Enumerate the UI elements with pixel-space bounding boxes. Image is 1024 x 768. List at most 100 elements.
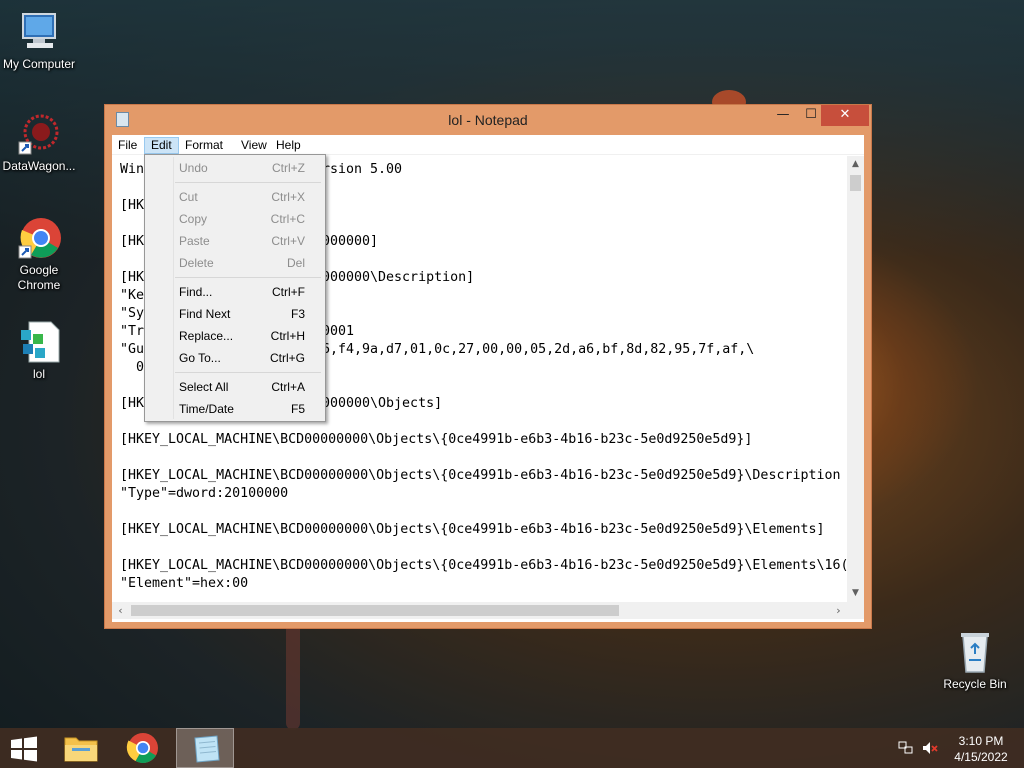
horizontal-scrollbar[interactable]: ‹ › xyxy=(112,602,847,619)
text-line: "Ke xyxy=(120,288,145,303)
text-line: 0 xyxy=(120,360,145,375)
system-clock[interactable]: 3:10 PM 4/15/2022 xyxy=(946,733,1016,765)
scroll-up-arrow-icon[interactable]: ▲ xyxy=(847,156,864,173)
menu-item-go-to[interactable]: Go To... Ctrl+G xyxy=(147,347,323,369)
menu-format[interactable]: Format xyxy=(179,137,229,154)
menu-file[interactable]: File xyxy=(112,137,143,154)
text-line: "Sy xyxy=(120,306,145,321)
text-line: [HK xyxy=(120,234,145,249)
menu-separator xyxy=(175,277,321,278)
text-line: [HK xyxy=(120,396,145,411)
menu-item-label: Delete xyxy=(179,256,214,270)
recycle-bin-icon xyxy=(953,630,997,674)
menu-item-label: Select All xyxy=(179,380,229,394)
close-button[interactable]: ✕ xyxy=(821,105,869,126)
scroll-down-arrow-icon[interactable]: ▼ xyxy=(847,585,864,602)
menu-item-replace[interactable]: Replace... Ctrl+H xyxy=(147,325,323,347)
menu-item-paste[interactable]: Paste Ctrl+V xyxy=(147,230,323,252)
menu-item-shortcut: Ctrl+V xyxy=(271,234,305,248)
chrome-icon xyxy=(126,733,158,764)
text-line: "Gu xyxy=(120,342,145,357)
text-line-fragment: 6,f4,9a,d7,01,0c,27,00,00,05,2d,a6,bf,8d… xyxy=(322,342,755,357)
menu-view[interactable]: View xyxy=(235,137,273,154)
desktop-icon-lol[interactable]: lol xyxy=(0,320,78,382)
desktop-icon-datawagon[interactable]: DataWagon... xyxy=(0,112,78,174)
notepad-icon xyxy=(194,735,220,763)
chrome-icon xyxy=(17,216,61,260)
desktop-icon-label: Recycle Bin xyxy=(943,677,1007,691)
text-line: [HK xyxy=(120,270,145,285)
menu-item-select-all[interactable]: Select All Ctrl+A xyxy=(147,376,323,398)
menu-item-shortcut: Ctrl+A xyxy=(271,380,305,394)
menu-help[interactable]: Help xyxy=(270,137,307,154)
menu-item-copy[interactable]: Copy Ctrl+C xyxy=(147,208,323,230)
menu-item-shortcut: F5 xyxy=(290,402,305,416)
text-line-fragment: 0001 xyxy=(322,324,355,339)
text-line: "Element"=hex:00 xyxy=(120,576,249,591)
desktop-icon-label: DataWagon... xyxy=(2,159,76,173)
text-line-fragment: 000000\Objects] xyxy=(322,396,443,411)
computer-icon xyxy=(17,10,61,54)
taskbar-google-chrome[interactable] xyxy=(114,728,172,768)
taskbar-notepad[interactable] xyxy=(176,728,234,768)
desktop-icon-label: Google Chrome xyxy=(17,263,61,292)
windows-logo-icon xyxy=(11,736,37,762)
menu-item-label: Cut xyxy=(179,190,198,204)
datawagon-icon xyxy=(17,112,61,156)
menu-item-shortcut: Ctrl+X xyxy=(271,190,305,204)
menu-item-shortcut: Del xyxy=(286,256,305,270)
scroll-right-arrow-icon[interactable]: › xyxy=(830,602,847,619)
desktop-icon-recycle-bin[interactable]: Recycle Bin xyxy=(936,630,1014,692)
menu-item-label: Find... xyxy=(179,285,213,299)
scroll-left-arrow-icon[interactable]: ‹ xyxy=(112,602,129,619)
menu-bar: File Edit Format View Help xyxy=(112,135,864,155)
menu-edit[interactable]: Edit xyxy=(144,137,179,154)
menu-item-shortcut: Ctrl+C xyxy=(270,212,305,226)
text-line: "Type"=dword:20100000 xyxy=(120,486,289,501)
menu-item-shortcut: Ctrl+F xyxy=(272,285,305,299)
minimize-button[interactable]: — xyxy=(769,105,797,126)
menu-item-label: Paste xyxy=(179,234,210,248)
menu-item-label: Undo xyxy=(179,161,208,175)
folder-icon xyxy=(64,737,98,762)
text-line: [HKEY_LOCAL_MACHINE\BCD00000000\Objects\… xyxy=(120,432,753,447)
menu-item-shortcut: Ctrl+Z xyxy=(272,161,305,175)
text-line: Win xyxy=(120,162,145,177)
menu-separator xyxy=(175,182,321,183)
menu-item-shortcut: Ctrl+H xyxy=(270,329,305,343)
menu-item-find[interactable]: Find... Ctrl+F xyxy=(147,281,323,303)
menu-item-label: Find Next xyxy=(179,307,231,321)
desktop-icon-my-computer[interactable]: My Computer xyxy=(0,10,78,72)
title-bar[interactable]: lol - Notepad — ☐ ✕ xyxy=(105,105,871,135)
scrollbar-corner xyxy=(847,602,864,619)
volume-muted-icon[interactable] xyxy=(922,741,938,755)
menu-item-shortcut: F3 xyxy=(290,307,305,321)
desktop-icon-label: My Computer xyxy=(2,57,76,71)
text-line-fragment: 000000] xyxy=(322,234,379,249)
menu-item-label: Replace... xyxy=(179,329,234,343)
vertical-scrollbar[interactable]: ▲ ▼ xyxy=(847,156,864,602)
text-line: [HK xyxy=(120,198,145,213)
desktop-icon-google-chrome[interactable]: Google Chrome xyxy=(0,216,78,293)
menu-item-label: Copy xyxy=(179,212,208,226)
menu-item-label: Go To... xyxy=(179,351,221,365)
edit-menu-dropdown: Undo Ctrl+Z Cut Ctrl+X Copy Ctrl+C Paste Ctrl+V… xyxy=(144,154,326,422)
registry-file-icon xyxy=(17,320,61,364)
clock-time: 3:10 PM xyxy=(958,734,1004,748)
text-line-fragment: rsion 5.00 xyxy=(322,162,403,177)
menu-item-time-date[interactable]: Time/Date F5 xyxy=(147,398,323,420)
text-line: "Tr xyxy=(120,324,145,339)
menu-item-find-next[interactable]: Find Next F3 xyxy=(147,303,323,325)
menu-item-cut[interactable]: Cut Ctrl+X xyxy=(147,186,323,208)
network-icon[interactable] xyxy=(898,741,914,755)
window-title: lol - Notepad xyxy=(448,112,528,128)
vertical-scroll-thumb[interactable] xyxy=(850,175,861,191)
horizontal-scroll-thumb[interactable] xyxy=(131,605,619,616)
taskbar-file-explorer[interactable] xyxy=(52,728,110,768)
text-line: [HKEY_LOCAL_MACHINE\BCD00000000\Objects\… xyxy=(120,468,841,483)
text-line: [HKEY_LOCAL_MACHINE\BCD00000000\Objects\… xyxy=(120,522,825,537)
start-button[interactable] xyxy=(8,736,40,762)
menu-item-undo[interactable]: Undo Ctrl+Z xyxy=(147,157,323,179)
menu-item-delete[interactable]: Delete Del xyxy=(147,252,323,274)
text-line-fragment: 000000\Description] xyxy=(322,270,475,285)
